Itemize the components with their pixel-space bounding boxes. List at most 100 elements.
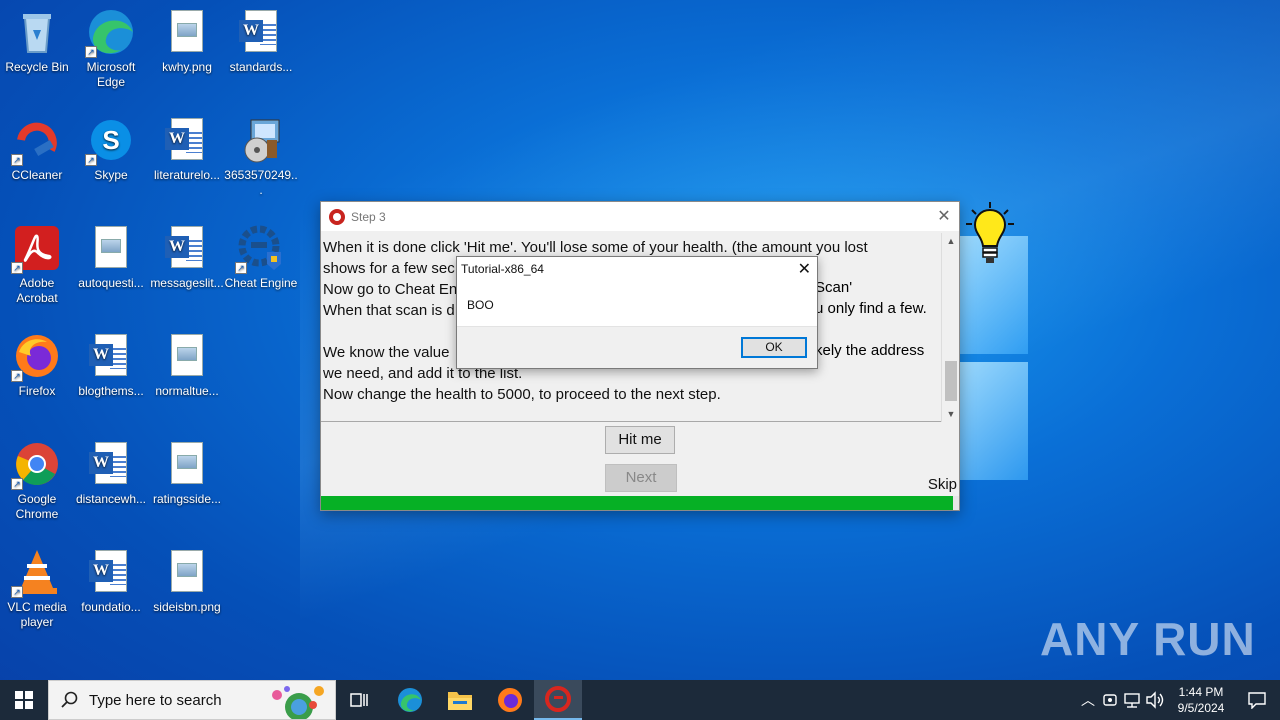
desktop-icon-label: Microsoft Edge: [86, 60, 136, 89]
notification-icon: [1248, 692, 1266, 709]
anyrun-watermark: ANY RUN: [1040, 613, 1256, 665]
taskbar-file-explorer[interactable]: [436, 680, 484, 720]
ccleaner-icon: ↗: [11, 116, 61, 166]
desktop-icon[interactable]: ↗ VLC media player: [0, 548, 74, 630]
task-view-button[interactable]: [336, 680, 384, 720]
desktop-icon-label: ratingsside...: [152, 492, 222, 506]
desktop-icon[interactable]: ↗ Microsoft Edge: [74, 8, 148, 90]
instruction-line: Now change the health to 5000, to procee…: [323, 386, 721, 403]
image-icon: [163, 8, 211, 56]
search-placeholder: Type here to search: [89, 691, 222, 709]
shortcut-arrow-icon: ↗: [11, 370, 23, 382]
meet-now-icon[interactable]: [1100, 691, 1122, 709]
vlc-icon: ↗: [11, 548, 61, 598]
desktop-icon[interactable]: Wblogthems...: [74, 332, 148, 399]
instructions-scrollbar[interactable]: ▲ ▼: [941, 233, 959, 422]
message-box[interactable]: Tutorial-x86_64 ✕ BOO OK: [456, 256, 818, 369]
desktop-icon[interactable]: ratingsside...: [150, 440, 224, 507]
desktop-icon[interactable]: ↗ Adobe Acrobat: [0, 224, 74, 306]
clock-date: 9/5/2024: [1177, 701, 1225, 715]
desktop-icon[interactable]: S ↗ Skype: [74, 116, 148, 183]
desktop-icon[interactable]: ↗ Cheat Engine: [224, 224, 298, 291]
search-icon: [61, 691, 78, 708]
chevron-up-icon[interactable]: ︿: [1076, 690, 1100, 710]
scroll-thumb[interactable]: [945, 361, 957, 401]
task-view-icon: [350, 693, 368, 707]
message-box-footer: OK: [457, 326, 817, 368]
desktop-icon-label: Recycle Bin: [5, 60, 69, 74]
start-button[interactable]: [0, 680, 48, 720]
desktop-icon-label: Skype: [94, 168, 128, 182]
taskbar-edge[interactable]: [386, 680, 434, 720]
message-box-close-icon[interactable]: ✕: [798, 259, 811, 279]
skype-icon: S ↗: [85, 116, 135, 166]
desktop-icon-label: foundatio...: [81, 600, 141, 614]
word-icon: W: [87, 332, 135, 380]
chrome-icon: ↗: [11, 440, 61, 490]
hit-me-button[interactable]: Hit me: [605, 426, 675, 454]
cheat-engine-icon: [545, 686, 571, 712]
system-tray: ︿ 1:44 PM 9/5/2024: [1076, 680, 1280, 720]
shortcut-arrow-icon: ↗: [85, 154, 97, 166]
image-icon: [163, 548, 211, 596]
instruction-line: When it is done click 'Hit me'. You'll l…: [323, 239, 868, 256]
taskbar-cheat-engine-tutorial[interactable]: [534, 680, 582, 720]
ok-button[interactable]: OK: [741, 337, 807, 358]
search-highlight-illustration-icon: [272, 686, 324, 719]
message-box-text: BOO: [467, 298, 494, 312]
desktop-icon[interactable]: normaltue...: [150, 332, 224, 399]
desktop-icon-label: messageslit...: [150, 276, 224, 290]
network-icon[interactable]: [1122, 691, 1144, 709]
desktop-icon-label: literaturelo...: [153, 168, 221, 182]
desktop-icon-label: Cheat Engine: [224, 276, 298, 290]
shortcut-arrow-icon: ↗: [11, 586, 23, 598]
shortcut-arrow-icon: ↗: [85, 46, 97, 58]
notification-center-button[interactable]: [1234, 691, 1280, 709]
taskbar-firefox[interactable]: [486, 680, 534, 720]
tutorial-title: Step 3: [351, 209, 386, 224]
taskbar: Type here to search ︿ 1:44 PM 9/5/2024: [0, 680, 1280, 720]
instruction-fragment: u only find a few.: [815, 300, 927, 317]
progress-fill: [321, 496, 953, 510]
desktop-icon-label: standards...: [229, 60, 293, 74]
desktop-icon[interactable]: Wliteraturelo...: [150, 116, 224, 183]
recycle-icon: [13, 8, 61, 56]
taskbar-clock[interactable]: 1:44 PM 9/5/2024: [1168, 684, 1234, 716]
desktop-icon[interactable]: Wdistancewh...: [74, 440, 148, 507]
desktop-icon[interactable]: ↗ CCleaner: [0, 116, 74, 183]
desktop-icon[interactable]: 3653570249...: [224, 116, 298, 198]
svg-text:S: S: [102, 125, 119, 155]
word-icon: W: [163, 116, 211, 164]
desktop-icon[interactable]: ↗ Firefox: [0, 332, 74, 399]
desktop-icon-label: blogthems...: [78, 384, 144, 398]
instruction-fragment: Scan': [815, 279, 853, 296]
desktop-icon[interactable]: ↗ Google Chrome: [0, 440, 74, 522]
cheat-engine-app-icon: [329, 208, 345, 225]
shortcut-arrow-icon: ↗: [235, 262, 247, 274]
firefox-icon: [498, 688, 522, 712]
desktop-icon[interactable]: sideisbn.png: [150, 548, 224, 615]
instruction-fragment: kely the address: [815, 342, 925, 359]
tutorial-close-button[interactable]: ✕: [929, 202, 959, 231]
skip-link[interactable]: Skip: [928, 476, 957, 493]
tutorial-title-bar[interactable]: Step 3: [321, 202, 959, 231]
firefox-icon: ↗: [11, 332, 61, 382]
taskbar-search-box[interactable]: Type here to search: [48, 680, 336, 720]
desktop-icon-label: Adobe Acrobat: [16, 276, 58, 305]
next-button[interactable]: Next: [605, 464, 677, 492]
shortcut-arrow-icon: ↗: [11, 262, 23, 274]
volume-icon[interactable]: [1144, 691, 1168, 709]
desktop-icon-label: CCleaner: [11, 168, 63, 182]
word-icon: W: [163, 224, 211, 272]
desktop-icon[interactable]: kwhy.png: [150, 8, 224, 75]
scroll-down-icon[interactable]: ▼: [942, 406, 960, 422]
desktop-icon[interactable]: Wstandards...: [224, 8, 298, 75]
desktop-icon-label: Google Chrome: [15, 492, 59, 521]
desktop-icon[interactable]: Recycle Bin: [0, 8, 74, 75]
desktop-icon[interactable]: Wmessageslit...: [150, 224, 224, 291]
scroll-up-icon[interactable]: ▲: [942, 233, 960, 249]
image-icon: [87, 224, 135, 272]
desktop-icon[interactable]: Wfoundatio...: [74, 548, 148, 615]
installer-icon: [237, 116, 285, 164]
desktop-icon[interactable]: autoquesti...: [74, 224, 148, 291]
